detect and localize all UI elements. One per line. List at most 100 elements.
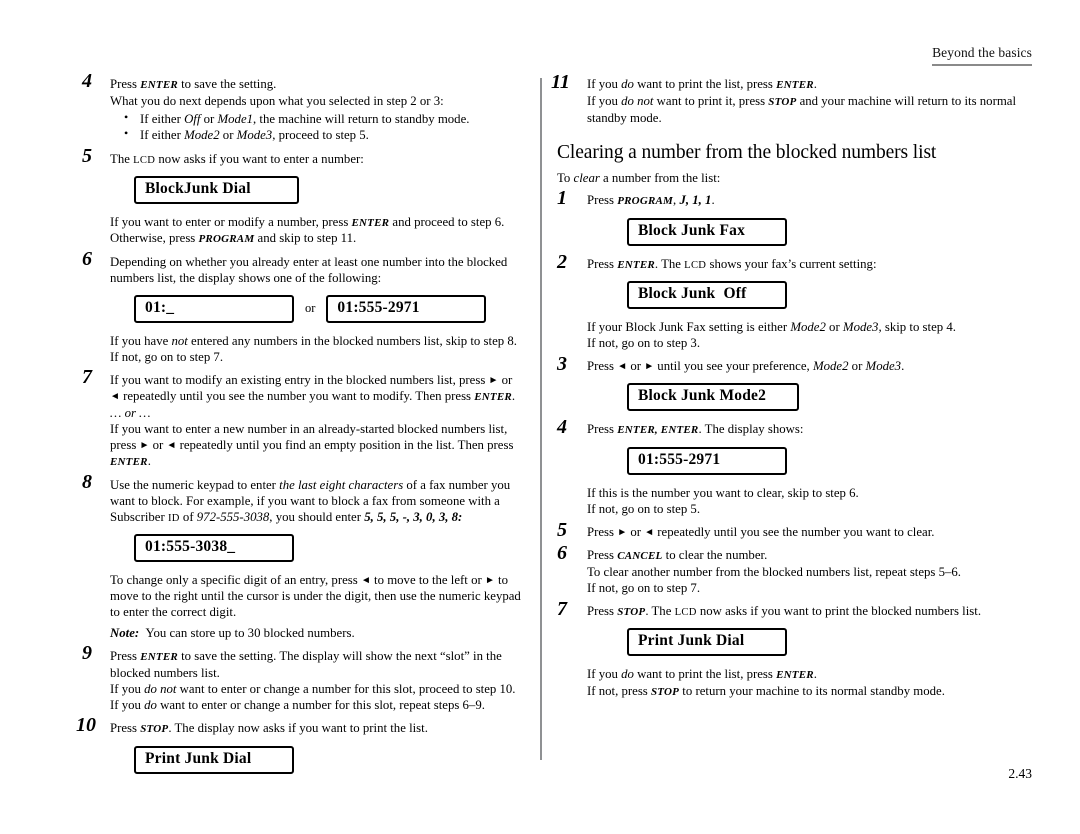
lcd-display: BlockJunk Dial (134, 175, 299, 204)
text-fragment: , proceed to step 5. (272, 128, 369, 143)
key-name: ENTER (110, 456, 148, 469)
step-text: Press STOP. The LCD now asks if you want… (587, 603, 1023, 700)
text-fragment: Otherwise, press (110, 231, 199, 246)
text-fragment: want to enter or change a number for thi… (156, 698, 485, 713)
text-fragment: entered any numbers in the blocked numbe… (187, 334, 517, 349)
text-fragment: . The display shows: (698, 422, 804, 437)
lcd-display: Block Junk Mode2 (627, 383, 799, 412)
text-fragment: If this is the number you want to clear,… (587, 485, 859, 500)
text-fragment: to return your machine to its normal sta… (679, 683, 945, 698)
text-fragment: or (149, 438, 167, 453)
small-caps-lcd: LCD (133, 154, 156, 166)
lcd-display: Block Junk Fax (627, 217, 787, 246)
lcd-display-row: Block Junk Off (587, 281, 1023, 310)
step-number: 6 (557, 541, 567, 564)
running-head-text: Beyond the basics (932, 45, 1032, 60)
step-text: Press ◄ or ► until you see your preferen… (587, 358, 1023, 412)
text-fragment: Press (587, 603, 618, 618)
small-caps-lcd: LCD (674, 606, 697, 618)
lcd-display-row: Block Junk Mode2 (587, 383, 1023, 412)
right-column: 11 If you do want to print the list, pre… (551, 72, 1023, 707)
text-fragment: If not, go on to step 7. (110, 350, 224, 365)
text-fragment: want to print the list, press (633, 667, 777, 682)
step-text: The LCD now asks if you want to enter a … (110, 151, 522, 248)
emphasis: Mode3, (842, 320, 882, 335)
step-number: 7 (557, 597, 567, 620)
arrow-left-icon: ◄ (110, 391, 120, 403)
clear-step-1: 1 Press PROGRAM, J, 1, 1. Block Junk Fax (557, 188, 1023, 246)
key-name: STOP (617, 605, 646, 618)
text-fragment: Press (587, 256, 618, 271)
key-name: PROGRAM (198, 233, 255, 246)
arrow-right-icon: ► (484, 575, 495, 587)
key-name: ENTER, ENTER (617, 424, 699, 437)
step-text: Use the numeric keypad to enter the last… (110, 477, 522, 641)
text-fragment: Press (587, 422, 618, 437)
key-name: ENTER (617, 258, 655, 271)
text-fragment: of (179, 510, 197, 524)
text-fragment: repeatedly until you see the number you … (119, 389, 475, 404)
step-number: 7 (82, 366, 92, 389)
clear-step-6: 6 Press CANCEL to clear the number. To c… (557, 543, 1023, 596)
page-number: 2.43 (1008, 766, 1032, 781)
text-fragment: until you see your preference, (654, 359, 813, 374)
text-fragment: If not, go on to step 3. (587, 336, 701, 351)
step-6: 6 Depending on whether you already enter… (82, 249, 522, 365)
key-name: STOP (768, 95, 797, 108)
text-fragment: If you (587, 667, 622, 682)
step-text: Press ► or ◄ repeatedly until you see th… (587, 524, 1023, 540)
arrow-left-icon: ◄ (360, 575, 371, 587)
lcd-display-row: Print Junk Dial (587, 628, 1023, 657)
text-fragment: Depending on whether you already enter a… (110, 255, 508, 286)
step-number: 1 (557, 187, 567, 210)
step-7: 7 If you want to modify an existing entr… (82, 367, 522, 470)
step-number: 5 (557, 518, 567, 541)
emphasis: do (144, 698, 157, 713)
step-number: 5 (82, 144, 92, 167)
text-fragment: If you have (110, 334, 172, 349)
small-caps-id: ID (167, 513, 180, 524)
text-fragment: or (498, 373, 513, 388)
text-fragment: Press (587, 359, 618, 374)
text-fragment: The (110, 151, 134, 166)
clear-step-5: 5 Press ► or ◄ repeatedly until you see … (557, 520, 1023, 540)
list-item: If either Mode2 or Mode3, proceed to ste… (124, 126, 522, 143)
text-fragment: . The (645, 603, 675, 618)
emphasis: Mode2 (184, 128, 220, 143)
lcd-display: 01:555-2971 (627, 446, 787, 475)
text-fragment: repeatedly until you see the number you … (654, 524, 935, 539)
step-text: Depending on whether you already enter a… (110, 254, 522, 365)
list-item: If either Off or Mode1, the machine will… (124, 110, 522, 127)
emphasis: 972-555-3038 (196, 510, 270, 524)
text-fragment: want to enter or change a number for thi… (176, 682, 516, 697)
step-number: 11 (551, 71, 570, 93)
text-fragment: Press (587, 547, 618, 562)
key-name: STOP (650, 685, 680, 698)
small-caps-lcd: LCD (684, 259, 707, 271)
lcd-display: 01:555-3038_ (134, 534, 294, 563)
left-column: 4 Press ENTER to save the setting. What … (76, 71, 522, 784)
step-9: 9 Press ENTER to save the setting. The d… (82, 643, 522, 713)
step-number: 10 (76, 714, 96, 737)
text-fragment: or (219, 128, 237, 143)
text-fragment: Press (110, 649, 141, 664)
text-fragment: . (813, 667, 817, 682)
text-fragment: What you do next depends upon what you s… (110, 93, 444, 108)
step-text: Press ENTER to save the setting. What yo… (110, 76, 522, 144)
lcd-display-row: 01:555-2971 (587, 446, 1023, 475)
text-fragment: To change only a specific digit of an en… (110, 573, 361, 588)
text-fragment: Press (110, 77, 141, 91)
text-fragment: If you (110, 682, 145, 697)
emphasis: Mode3 (236, 128, 273, 143)
step-text: Press CANCEL to clear the number. To cle… (587, 547, 1023, 596)
step-text: Press ENTER, ENTER. The display shows: 0… (587, 421, 1023, 517)
step-text: If you want to modify an existing entry … (110, 372, 522, 470)
keypad-sequence: 5, 5, 5, -, 3, 0, 3, 8: (364, 510, 463, 524)
note-text: You can store up to 30 blocked numbers. (145, 626, 355, 641)
step-number: 4 (82, 70, 92, 92)
text-fragment: skip to step 4. (881, 320, 956, 335)
or-label: or (305, 301, 316, 316)
arrow-right-icon: ► (488, 375, 499, 387)
emphasis: Mode2 (812, 359, 849, 374)
manual-page: Beyond the basics 4 Press ENTER to save … (0, 0, 1080, 834)
